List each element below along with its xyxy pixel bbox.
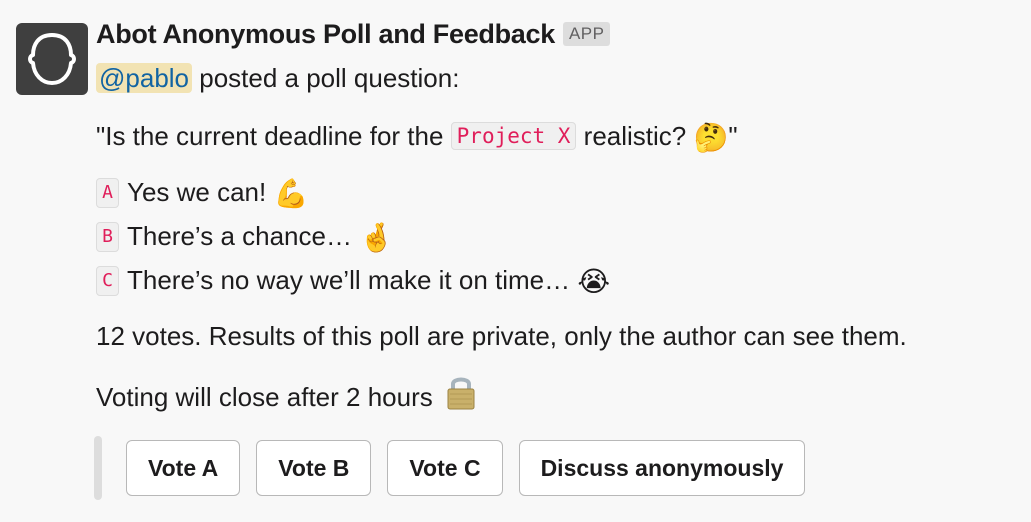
poll-option-b: B There’s a chance… 🤞 bbox=[96, 214, 1031, 258]
message-header: Abot Anonymous Poll and Feedback APP bbox=[96, 14, 1031, 54]
posted-line: @pablo posted a poll question: bbox=[96, 60, 1031, 96]
thinking-face-icon: 🤔 bbox=[693, 121, 729, 154]
question-close-quote: " bbox=[728, 121, 738, 151]
app-avatar[interactable] bbox=[16, 23, 88, 95]
option-letter: C bbox=[96, 266, 119, 296]
closing-text: Voting will close after 2 hours bbox=[96, 382, 433, 412]
poll-message: Abot Anonymous Poll and Feedback APP @pa… bbox=[0, 0, 1031, 522]
poll-option-c: C There’s no way we’ll make it on time… 😭 bbox=[96, 258, 1031, 302]
discuss-anonymously-button[interactable]: Discuss anonymously bbox=[518, 440, 806, 496]
app-badge: APP bbox=[562, 22, 611, 46]
poll-question: "Is the current deadline for the Project… bbox=[96, 118, 1031, 156]
app-name[interactable]: Abot Anonymous Poll and Feedback bbox=[96, 19, 555, 50]
option-text: There’s no way we’ll make it on time… bbox=[127, 265, 578, 295]
attachment-bar bbox=[94, 436, 102, 500]
vote-a-button[interactable]: Vote A bbox=[126, 440, 241, 496]
vote-c-button[interactable]: Vote C bbox=[387, 440, 503, 496]
flexed-biceps-icon: 💪 bbox=[273, 177, 309, 210]
votes-summary: 12 votes. Results of this poll are priva… bbox=[96, 321, 907, 351]
question-suffix: realistic? bbox=[576, 121, 694, 151]
loudly-crying-face-icon: 😭 bbox=[577, 265, 611, 298]
crossed-fingers-icon: 🤞 bbox=[359, 221, 395, 254]
user-mention[interactable]: @pablo bbox=[96, 63, 193, 93]
posted-text: posted a poll question: bbox=[192, 63, 460, 93]
option-letter: A bbox=[96, 178, 119, 208]
closing-notice: Voting will close after 2 hours bbox=[96, 374, 1031, 419]
question-prefix: "Is the current deadline for the bbox=[96, 121, 451, 151]
head-outline-icon bbox=[28, 33, 76, 85]
lock-icon bbox=[446, 374, 476, 419]
poll-option-a: A Yes we can! 💪 bbox=[96, 170, 1031, 214]
option-text: There’s a chance… bbox=[127, 221, 360, 251]
vote-b-button[interactable]: Vote B bbox=[256, 440, 372, 496]
option-letter: B bbox=[96, 222, 119, 252]
inline-code: Project X bbox=[450, 122, 577, 150]
message-content: Abot Anonymous Poll and Feedback APP @pa… bbox=[96, 14, 1031, 419]
option-text: Yes we can! bbox=[127, 177, 274, 207]
action-buttons: Vote A Vote B Vote C Discuss anonymously bbox=[94, 436, 821, 500]
poll-options: A Yes we can! 💪 B There’s a chance… 🤞 C The… bbox=[96, 170, 1031, 302]
